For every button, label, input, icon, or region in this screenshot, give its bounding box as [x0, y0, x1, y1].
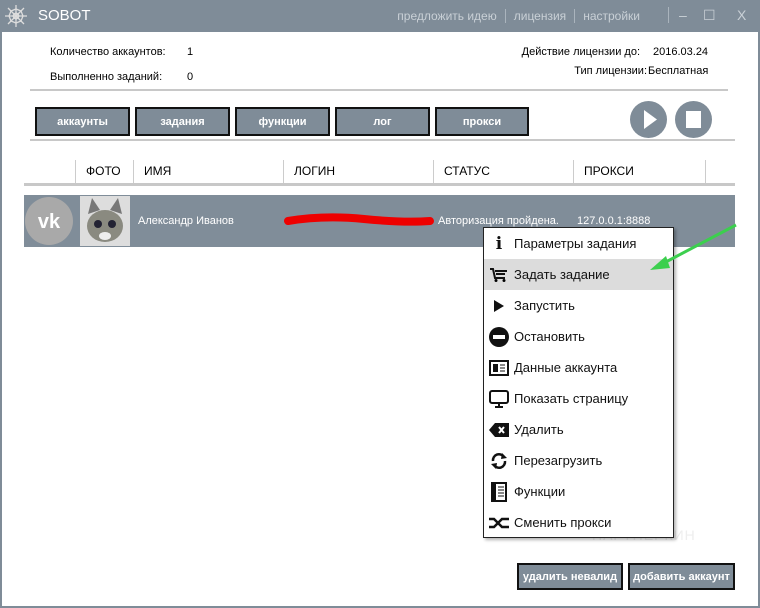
tab-proxy[interactable]: прокси: [435, 107, 529, 136]
menu-item-label: Функции: [514, 484, 566, 499]
divider: [30, 139, 735, 141]
column-header-proxy[interactable]: ПРОКСИ: [573, 160, 705, 183]
settings-link[interactable]: настройки: [574, 9, 648, 23]
minimize-button[interactable]: ‒: [668, 7, 687, 23]
vk-icon: vk: [25, 197, 73, 245]
avatar: [80, 196, 130, 246]
column-header-spacer: [705, 160, 735, 183]
menu-item-label: Данные аккаунта: [514, 360, 618, 375]
add-account-button[interactable]: добавить аккаунт: [628, 563, 735, 590]
backspace-icon: [484, 422, 514, 437]
monitor-icon: [484, 389, 514, 408]
title-bar: SOBOT предложить идею лицензия настройки…: [0, 0, 760, 32]
menu-item-stop[interactable]: Остановить: [484, 321, 673, 352]
license-type-label: Тип лицензии:: [574, 65, 647, 77]
list-icon: [484, 481, 514, 502]
license-until-label: Действие лицензии до:: [521, 46, 640, 58]
license-type-value: Бесплатная: [648, 65, 709, 77]
menu-item-label: Показать страницу: [514, 391, 629, 406]
account-name: Александр Иванов: [138, 215, 234, 227]
menu-item-label: Параметры задания: [514, 236, 637, 251]
refresh-icon: [484, 452, 514, 470]
shuffle-icon: [484, 517, 514, 529]
info-icon: i: [495, 233, 503, 254]
menu-item-functions[interactable]: Функции: [484, 476, 673, 507]
accounts-count-label: Количество аккаунтов:: [50, 46, 166, 58]
header-divider: [24, 183, 735, 186]
stop-button[interactable]: [675, 101, 712, 138]
stop-sign-icon: [484, 326, 514, 347]
column-header-status[interactable]: СТАТУС: [433, 160, 573, 183]
menu-item-label: Удалить: [514, 422, 564, 437]
delete-invalid-button[interactable]: удалить невалид: [517, 563, 623, 590]
tab-tasks[interactable]: задания: [135, 107, 230, 136]
menu-item-change-proxy[interactable]: Сменить прокси: [484, 507, 673, 538]
menu-item-label: Остановить: [514, 329, 585, 344]
redacted-login: [284, 213, 434, 226]
maximize-button[interactable]: ☐: [703, 7, 716, 24]
account-status: Авторизация пройдена.: [438, 215, 559, 227]
play-icon: [644, 110, 657, 129]
tab-log[interactable]: лог: [335, 107, 430, 136]
menu-item-delete[interactable]: Удалить: [484, 414, 673, 445]
spider-web-icon: [5, 5, 27, 27]
tasks-done-value: 0: [187, 71, 194, 83]
annotation-arrow: [650, 223, 737, 270]
menu-item-start[interactable]: Запустить: [484, 290, 673, 321]
cart-icon: [484, 267, 514, 282]
license-link[interactable]: лицензия: [504, 9, 574, 23]
column-header-photo[interactable]: ФОТО: [75, 160, 133, 183]
app-title: SOBOT: [38, 7, 91, 24]
play-icon: [484, 299, 514, 312]
menu-item-label: Перезагрузить: [514, 453, 603, 468]
stop-icon: [686, 111, 701, 128]
play-button[interactable]: [630, 101, 667, 138]
menu-item-reload[interactable]: Перезагрузить: [484, 445, 673, 476]
tab-functions[interactable]: функции: [235, 107, 330, 136]
svg-text:vk: vk: [38, 211, 61, 233]
column-header-login[interactable]: ЛОГИН: [283, 160, 433, 183]
accounts-count-value: 1: [187, 46, 194, 58]
divider: [30, 89, 728, 91]
id-card-icon: [484, 359, 514, 376]
tasks-done-label: Выполненно заданий:: [50, 71, 163, 83]
close-button[interactable]: X: [737, 7, 746, 23]
menu-item-label: Задать задание: [514, 267, 610, 282]
suggest-idea-link[interactable]: предложить идею: [389, 9, 504, 23]
tab-accounts[interactable]: аккаунты: [35, 107, 130, 136]
menu-item-label: Сменить прокси: [514, 515, 612, 530]
column-header-name[interactable]: ИМЯ: [133, 160, 283, 183]
menu-item-account-data[interactable]: Данные аккаунта: [484, 352, 673, 383]
license-until-value: 2016.03.24: [653, 46, 709, 58]
menu-item-show-page[interactable]: Показать страницу: [484, 383, 673, 414]
menu-item-label: Запустить: [514, 298, 575, 313]
